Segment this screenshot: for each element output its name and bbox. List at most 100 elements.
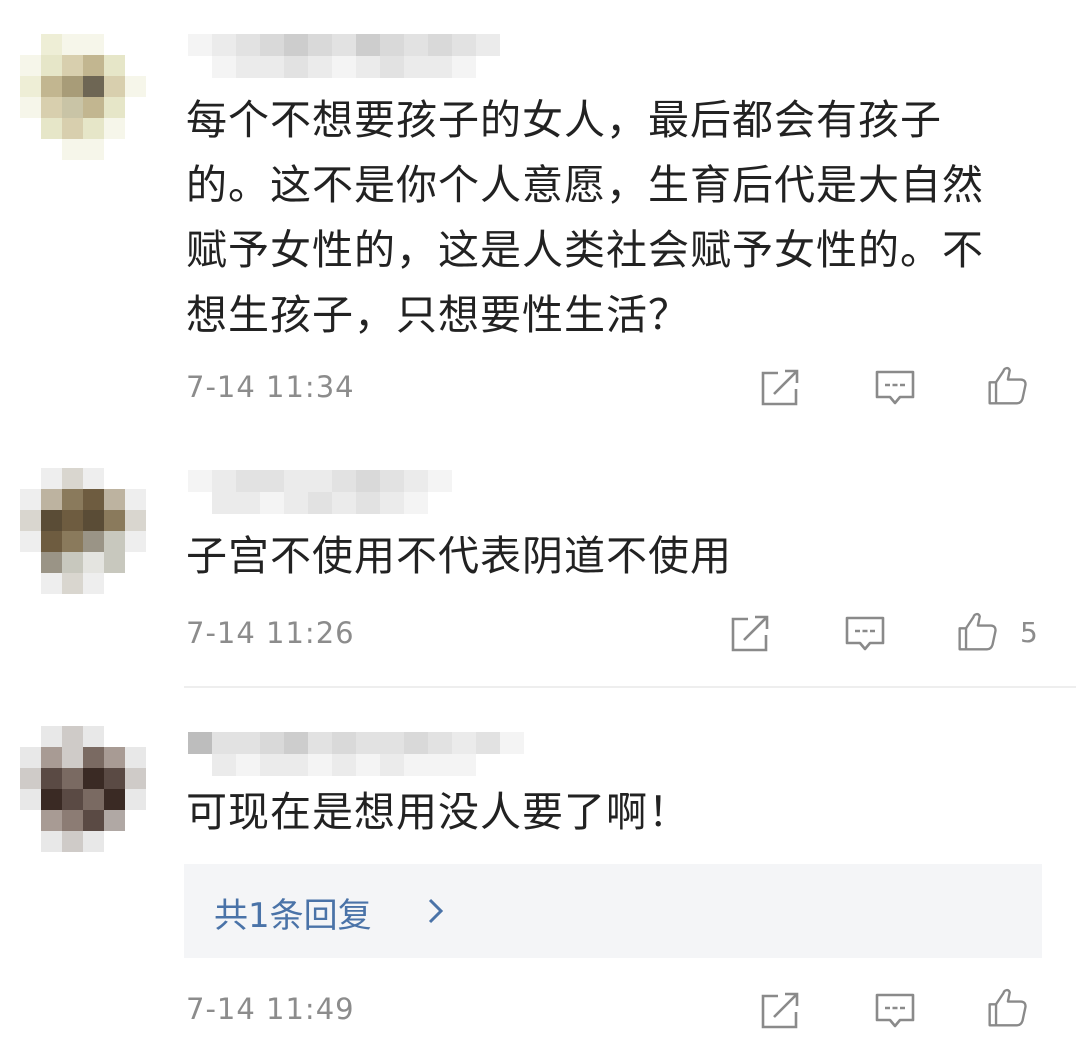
pixel-block xyxy=(62,76,83,97)
pixel-block xyxy=(380,56,404,78)
share-button[interactable] xyxy=(758,990,804,1032)
username-blurred[interactable] xyxy=(188,732,528,776)
pixel-block xyxy=(104,34,125,55)
pixel-block xyxy=(104,747,125,768)
pixel-block xyxy=(332,492,356,514)
pixel-block xyxy=(62,726,83,747)
pixel-block xyxy=(41,552,62,573)
comment-text: 每个不想要孩子的女人，最后都会有孩子 的。这不是你个人意愿，生育后代是大自然 赋… xyxy=(186,88,1046,348)
pixel-block xyxy=(83,747,104,768)
pixel-block xyxy=(104,573,125,594)
reply-button[interactable] xyxy=(842,613,888,655)
pixel-block xyxy=(260,732,284,754)
pixel-block xyxy=(20,76,41,97)
pixel-block xyxy=(41,76,62,97)
pixel-block xyxy=(476,732,500,754)
pixel-block xyxy=(404,492,428,514)
comment-text-line: 想生孩子，只想要性生活？ xyxy=(186,291,690,339)
pixel-block xyxy=(62,468,83,489)
pixel-block xyxy=(104,726,125,747)
pixel-block xyxy=(41,573,62,594)
pixel-block xyxy=(476,754,500,776)
pixel-block xyxy=(20,34,41,55)
view-replies-button[interactable]: 共1条回复 xyxy=(184,864,1042,958)
pixel-block xyxy=(125,97,146,118)
pixel-block xyxy=(260,470,284,492)
pixel-block xyxy=(236,470,260,492)
avatar[interactable] xyxy=(20,468,146,594)
pixel-block xyxy=(452,34,476,56)
pixel-block xyxy=(62,573,83,594)
pixel-block xyxy=(83,726,104,747)
pixel-block xyxy=(62,531,83,552)
pixel-block xyxy=(62,831,83,852)
pixel-block xyxy=(356,754,380,776)
pixel-block xyxy=(20,768,41,789)
pixel-block xyxy=(212,754,236,776)
comment-time: 7-14 11:49 xyxy=(186,992,355,1026)
pixel-block xyxy=(20,468,41,489)
pixel-block xyxy=(452,470,476,492)
like-button[interactable] xyxy=(984,364,1030,406)
pixel-block xyxy=(260,34,284,56)
comment-text-line: 可现在是想用没人要了啊！ xyxy=(186,788,690,836)
pixel-block xyxy=(356,34,380,56)
pixel-block xyxy=(125,510,146,531)
pixel-block xyxy=(125,34,146,55)
pixel-block xyxy=(125,76,146,97)
like-button[interactable] xyxy=(984,986,1030,1028)
pixel-block xyxy=(308,754,332,776)
pixel-block xyxy=(125,468,146,489)
reply-button[interactable] xyxy=(872,990,918,1032)
pixel-block xyxy=(62,97,83,118)
share-button[interactable] xyxy=(728,613,774,655)
avatar[interactable] xyxy=(20,34,146,160)
pixel-block xyxy=(62,768,83,789)
pixel-block xyxy=(125,831,146,852)
pixel-block xyxy=(212,492,236,514)
pixel-block xyxy=(104,510,125,531)
pixel-block xyxy=(284,492,308,514)
pixel-block xyxy=(125,118,146,139)
pixel-block xyxy=(41,831,62,852)
pixel-block xyxy=(125,747,146,768)
pixel-block xyxy=(20,552,41,573)
pixel-block xyxy=(83,97,104,118)
pixel-block xyxy=(83,573,104,594)
pixel-block xyxy=(104,468,125,489)
comment-icon xyxy=(875,993,915,1028)
share-button[interactable] xyxy=(758,367,804,409)
pixel-block xyxy=(332,34,356,56)
pixel-block xyxy=(125,489,146,510)
pixel-block xyxy=(41,747,62,768)
pixel-block xyxy=(212,470,236,492)
pixel-block xyxy=(20,810,41,831)
pixel-block xyxy=(284,732,308,754)
pixel-block xyxy=(308,470,332,492)
pixel-block xyxy=(83,789,104,810)
pixel-block xyxy=(428,34,452,56)
pixel-block xyxy=(20,118,41,139)
pixel-block xyxy=(452,754,476,776)
pixel-block xyxy=(428,754,452,776)
pixel-block xyxy=(125,810,146,831)
username-blurred[interactable] xyxy=(188,34,528,78)
pixel-block xyxy=(62,489,83,510)
pixel-block xyxy=(104,531,125,552)
pixel-block xyxy=(452,56,476,78)
comment-text-line: 的。这不是你个人意愿，生育后代是大自然 xyxy=(186,161,984,209)
username-blurred[interactable] xyxy=(188,470,528,514)
reply-button[interactable] xyxy=(872,367,918,409)
pixel-block xyxy=(83,531,104,552)
pixel-block xyxy=(236,754,260,776)
replies-count-link: 共1条回复 xyxy=(214,896,372,936)
pixel-block xyxy=(428,492,452,514)
pixel-block xyxy=(104,55,125,76)
pixel-block xyxy=(62,810,83,831)
avatar[interactable] xyxy=(20,726,146,852)
pixel-block xyxy=(20,510,41,531)
pixel-block xyxy=(500,754,524,776)
like-button[interactable] xyxy=(954,610,1000,652)
pixel-block xyxy=(41,118,62,139)
thumbs-up-icon xyxy=(958,612,997,651)
